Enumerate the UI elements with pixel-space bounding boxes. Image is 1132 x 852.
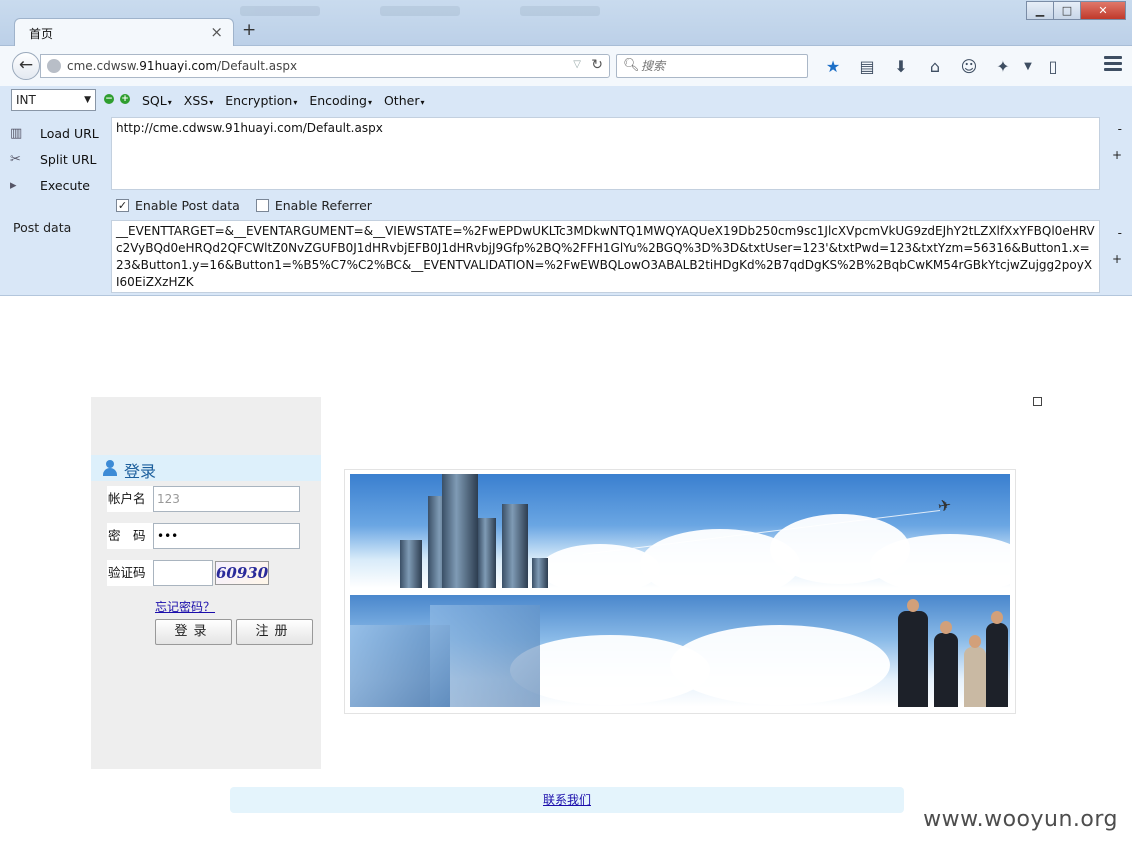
increment-controls: − + xyxy=(104,94,130,104)
checkbox-empty-icon xyxy=(255,199,269,212)
banner-frame: ✈ xyxy=(344,469,1016,714)
captcha-label: 验证码 xyxy=(107,560,153,586)
execute-label: Execute xyxy=(40,177,90,193)
forgot-password-link[interactable]: 忘记密码？ xyxy=(155,598,215,615)
password-input[interactable] xyxy=(153,523,300,549)
login-button[interactable]: 登录 xyxy=(155,619,232,645)
hamburger-menu-icon[interactable] xyxy=(1104,56,1122,72)
post-shrink-button[interactable]: - xyxy=(1118,226,1122,240)
enable-post-label: Enable Post data xyxy=(135,198,240,213)
register-button[interactable]: 注册 xyxy=(236,619,313,645)
captcha-row: 验证码 60930 xyxy=(107,560,269,586)
split-url-button[interactable]: ✂ Split URL xyxy=(10,146,99,172)
extension-dropdown-icon[interactable]: ▼ xyxy=(1020,56,1036,78)
post-options: ✓ Enable Post data Enable Referrer xyxy=(116,198,372,213)
login-panel: 登录 帐户名 密 码 验证码 60930 忘记密码？ 登录 注册 xyxy=(91,397,321,769)
url-bar[interactable]: cme.cdwsw.91huayi.com/Default.aspx ▽ ↻ xyxy=(40,54,610,78)
hackbar-menus: SQL XSS Encryption Encoding Other xyxy=(142,93,424,108)
skyline-banner: ✈ xyxy=(350,474,1010,588)
user-icon xyxy=(103,460,117,476)
contact-us-link[interactable]: 联系我们 xyxy=(543,793,591,807)
load-url-label: Load URL xyxy=(40,125,99,141)
page-content: 登录 帐户名 密 码 验证码 60930 忘记密码？ 登录 注册 xyxy=(6,296,1126,846)
username-label: 帐户名 xyxy=(107,486,153,512)
menu-other[interactable]: Other xyxy=(384,93,425,108)
search-bar[interactable]: 🔍︎ xyxy=(616,54,808,78)
post-data-label: Post data xyxy=(13,220,72,235)
globe-icon xyxy=(47,59,61,73)
url-shrink-button[interactable]: - xyxy=(1118,122,1122,136)
reload-icon[interactable]: ↻ xyxy=(591,57,603,73)
menu-sql[interactable]: SQL xyxy=(142,93,172,108)
post-expand-button[interactable]: + xyxy=(1112,252,1122,266)
toolbar-icons: ★ ▤ ⬇ ⌂ ☺ ✦ ▼ ▯ xyxy=(816,56,1070,78)
minimize-button[interactable]: ▁ xyxy=(1026,1,1054,20)
checkbox-checked-icon: ✓ xyxy=(116,199,129,212)
hackbar-panel: INT ▼ − + SQL XSS Encryption Encoding Oth… xyxy=(0,86,1132,296)
captcha-input[interactable] xyxy=(153,560,213,586)
mode-value: INT xyxy=(16,93,36,107)
close-window-button[interactable]: ✕ xyxy=(1080,1,1126,20)
home-icon[interactable]: ⌂ xyxy=(918,56,952,78)
tab-title: 首页 xyxy=(29,27,54,41)
search-icon: 🔍︎ xyxy=(623,58,640,73)
play-icon: ▸ xyxy=(10,177,17,193)
load-url-icon: ▥ xyxy=(10,125,23,141)
url-textarea[interactable]: http://cme.cdwsw.91huayi.com/Default.asp… xyxy=(111,117,1100,190)
team-banner xyxy=(350,595,1010,707)
enable-referrer-label: Enable Referrer xyxy=(274,198,372,213)
login-title: 登录 xyxy=(124,462,157,481)
search-input[interactable] xyxy=(641,58,801,74)
maximize-button[interactable]: □ xyxy=(1053,1,1081,20)
url-path: /Default.aspx xyxy=(217,59,298,73)
mode-select[interactable]: INT ▼ xyxy=(11,89,96,111)
bookmark-star-icon[interactable]: ★ xyxy=(816,56,850,78)
resize-handle xyxy=(1033,397,1042,406)
notes-icon[interactable]: ▯ xyxy=(1036,56,1070,78)
back-arrow-icon: ← xyxy=(18,55,34,75)
new-tab-button[interactable]: + xyxy=(242,20,256,40)
chevron-down-icon: ▼ xyxy=(84,95,91,105)
post-data-textarea[interactable]: __EVENTTARGET=&__EVENTARGUMENT=&__VIEWST… xyxy=(111,220,1100,293)
login-header: 登录 xyxy=(91,455,321,481)
increment-icon[interactable]: + xyxy=(120,94,130,104)
enable-post-checkbox[interactable]: ✓ Enable Post data xyxy=(116,198,240,213)
download-icon[interactable]: ⬇ xyxy=(884,56,918,78)
username-row: 帐户名 xyxy=(107,486,300,512)
url-domain: 91huayi.com xyxy=(139,59,218,73)
title-bar: 首页 × + ▁ □ ✕ xyxy=(0,0,1132,46)
chat-icon[interactable]: ☺ xyxy=(952,56,986,78)
menu-encoding[interactable]: Encoding xyxy=(309,93,372,108)
url-expand-button[interactable]: + xyxy=(1112,148,1122,162)
captcha-image[interactable]: 60930 xyxy=(215,561,269,585)
username-input[interactable] xyxy=(153,486,300,512)
menu-xss[interactable]: XSS xyxy=(184,93,213,108)
scissors-icon: ✂ xyxy=(10,151,21,167)
enable-referrer-checkbox[interactable]: Enable Referrer xyxy=(255,198,372,213)
menu-encryption[interactable]: Encryption xyxy=(225,93,297,108)
password-label: 密 码 xyxy=(107,523,153,549)
decrement-icon[interactable]: − xyxy=(104,94,114,104)
background-tabs xyxy=(240,6,740,24)
hackbar-actions: ▥ Load URL ✂ Split URL ▸ Execute xyxy=(10,120,99,198)
split-url-label: Split URL xyxy=(40,151,97,167)
tab-home[interactable]: 首页 × xyxy=(14,18,234,46)
reading-list-icon[interactable]: ▤ xyxy=(850,56,884,78)
watermark: www.wooyun.org xyxy=(923,807,1118,832)
url-text[interactable]: cme.cdwsw.91huayi.com/Default.aspx xyxy=(67,59,297,73)
airplane-icon: ✈ xyxy=(936,494,953,517)
load-url-button[interactable]: ▥ Load URL xyxy=(10,120,99,146)
close-tab-icon[interactable]: × xyxy=(210,23,223,41)
window-controls: ▁ □ ✕ xyxy=(1026,1,1126,20)
execute-button[interactable]: ▸ Execute xyxy=(10,172,99,198)
url-dropdown-icon[interactable]: ▽ xyxy=(573,59,581,70)
footer-bar: 联系我们 xyxy=(230,787,904,813)
password-row: 密 码 xyxy=(107,523,300,549)
back-button[interactable]: ← xyxy=(12,52,40,80)
navigation-bar: ← cme.cdwsw.91huayi.com/Default.aspx ▽ ↻… xyxy=(0,46,1132,86)
url-prefix: cme.cdwsw. xyxy=(67,59,140,73)
extension-bug-icon[interactable]: ✦ xyxy=(986,56,1020,78)
